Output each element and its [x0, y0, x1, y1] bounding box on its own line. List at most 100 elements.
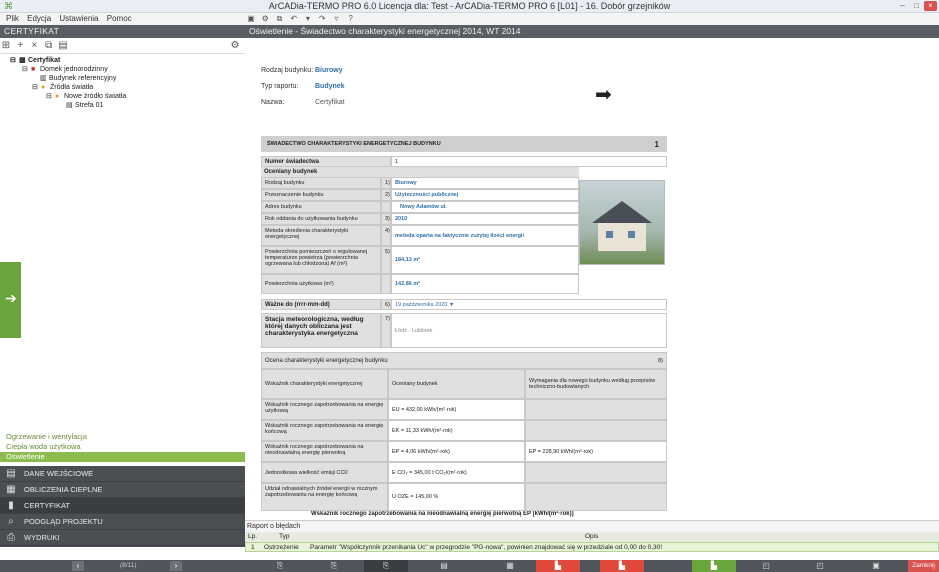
subitem-oswietlenie[interactable]: Oświetlenie [0, 452, 245, 462]
undo-icon[interactable]: ↶ [288, 13, 300, 25]
numer-label: Numer świadectwa [261, 156, 391, 167]
prev-page-icon[interactable]: ‹ [72, 561, 84, 571]
toolbar-btn-4-icon[interactable]: ▤ [430, 560, 458, 572]
filter-icon[interactable]: ▾ [302, 13, 314, 25]
collapse-icon[interactable]: ⊟ [10, 56, 19, 64]
redo-icon[interactable]: ↷ [316, 13, 328, 25]
report-row[interactable]: 1 Ostrzeżenie Parametr "Współczynnik prz… [245, 542, 939, 552]
tree-item-domek[interactable]: ⊟ ■ Domek jednorodzinny [22, 65, 108, 73]
ocena-col-3: Wymagania dla nowego budynku według prze… [525, 369, 667, 399]
tree-item-nowe-zrodlo[interactable]: ⊟ ● Nowe źródło światła [46, 92, 126, 100]
bottom-bar: ‹ (8/11) › ⎘ ⎘ ⎘ ▤ ▦ ▙ ▙ ▙ ◰ ◰ ▣ Zamknij [0, 560, 939, 572]
add-icon[interactable]: + [14, 38, 26, 54]
powierzchnia-uzytkowa-value[interactable]: 142,86 m² [391, 274, 579, 294]
certificate-subsections: Ogrzewanie i wentylacja Ciepła woda użyt… [0, 432, 245, 462]
tree-item-budynek-referencyjny[interactable]: ▥ Budynek referencyjny [40, 74, 116, 82]
collapse-panel-handle[interactable]: ➔ [0, 262, 21, 338]
nazwa-value[interactable]: Certyfikat [315, 99, 345, 106]
tree-item-zrodla-swiatla[interactable]: ⊟ ● Źródła światła [32, 83, 93, 91]
restore-button[interactable]: □ [910, 1, 923, 11]
powierzchnia-af-value[interactable]: 184,13 m² [391, 246, 579, 274]
idx: 3) [381, 213, 391, 225]
toolbar-btn-10-icon[interactable]: ◰ [806, 560, 834, 572]
help-icon[interactable]: ? [345, 13, 357, 25]
delete-icon[interactable]: × [28, 38, 40, 54]
rok-label: Rok oddania do użytkowania budynku [261, 213, 381, 225]
collapse-icon[interactable]: ⊟ [46, 92, 55, 100]
wazne-date-picker[interactable]: 19 października 2020 ▼ [391, 299, 667, 310]
tree-item-strefa[interactable]: ▤ Strefa 01 [66, 101, 103, 109]
export-pdf-icon[interactable]: ▙ [536, 560, 580, 572]
arrow-right-icon: ➔ [5, 290, 17, 306]
toolbar-btn-2-icon[interactable]: ⎘ [320, 560, 348, 572]
toolbar-btn-5-icon[interactable]: ▦ [496, 560, 524, 572]
settings-icon[interactable]: ⚙ [259, 13, 271, 25]
col-typ: Typ [279, 533, 290, 540]
adres-value[interactable]: Nowy Adamów ul. [391, 201, 579, 213]
subitem-ogrzewanie[interactable]: Ogrzewanie i wentylacja [0, 432, 245, 442]
rodzaj-value[interactable]: Biurowy [315, 67, 343, 74]
menu-ustawienia[interactable]: Ustawienia [59, 13, 98, 25]
report-header-row: Lp. Typ Opis [245, 532, 939, 542]
certificate-nav-icon: ▮ [8, 500, 14, 511]
idx [381, 201, 391, 213]
window-title: ArCADia-TERMO PRO 6.0 Licencja dla: Test… [268, 1, 671, 11]
preview-icon: ⌕ [8, 516, 14, 527]
idx: 7) [381, 313, 391, 348]
next-page-icon[interactable]: ➡ [595, 82, 612, 107]
typ-value[interactable]: Budynek [315, 83, 345, 90]
toolbar-btn-3-icon[interactable]: ⎘ [364, 560, 408, 572]
report-typ: Ostrzeżenie [264, 544, 299, 551]
rodzaj-row-label: Rodzaj budynku [261, 177, 381, 189]
przeznaczenie-label: Przeznaczenie budynku [261, 189, 381, 201]
subitem-cieplawoda[interactable]: Ciepła woda użytkowa [0, 442, 245, 452]
toolbar-btn-9-icon[interactable]: ◰ [752, 560, 780, 572]
pager: ‹ (8/11) › [72, 560, 182, 572]
collapse-icon[interactable]: ⊟ [22, 65, 31, 73]
error-report-panel: Raport o błędach Lp. Typ Opis 1 Ostrzeże… [245, 520, 939, 560]
next-page-button[interactable]: › [170, 561, 182, 571]
menu-plik[interactable]: Plik [6, 13, 19, 25]
export-pdf-2-icon[interactable]: ▙ [600, 560, 644, 572]
cut-off-text: Wskaźnik rocznego zapotrzebowania na nie… [311, 511, 574, 517]
paste-icon[interactable]: ▤ [57, 38, 69, 54]
toolbar-btn-11-icon[interactable]: ▣ [862, 560, 890, 572]
certificate-title-bar: ŚWIADECTWO CHARAKTERYSTYKI ENERGETYCZNEJ… [261, 136, 667, 152]
nav-certyfikat[interactable]: ▮ CERTYFIKAT [0, 498, 245, 514]
metoda-label: Metoda określenia charakterystyki energe… [261, 225, 381, 246]
nav-podglad[interactable]: ⌕ PODGLĄD PROJEKTU [0, 514, 245, 530]
building-photo[interactable] [579, 180, 665, 265]
nav-wydruki[interactable]: ⎙ WYDRUKI [0, 530, 245, 546]
stacja-label: Stacja meteorologiczna, według której da… [261, 313, 381, 348]
nav-obliczenia[interactable]: ▦ OBLICZENIA CIEPLNE [0, 482, 245, 498]
collapse-icon[interactable]: ⊟ [32, 83, 41, 91]
close-button[interactable]: × [924, 1, 937, 11]
save-icon[interactable]: ▣ [245, 13, 257, 25]
tree-item-certyfikat[interactable]: ⊟ ▦ Certyfikat [10, 56, 60, 64]
certificate-title: ŚWIADECTWO CHARAKTERYSTYKI ENERGETYCZNEJ… [267, 141, 441, 147]
filter-down-icon[interactable]: ▿ [330, 13, 342, 25]
copy-doc-icon[interactable]: ⧉ [43, 38, 55, 54]
add-page-icon[interactable]: ⊞ [0, 38, 12, 54]
building-reference-icon: ▥ [40, 75, 47, 82]
nav-dane-wejsciowe[interactable]: ▤ DANE WEJŚCIOWE [0, 466, 245, 482]
gear-icon[interactable]: ⚙ [229, 38, 241, 54]
zone-icon: ▤ [66, 102, 73, 109]
export-excel-icon[interactable]: ▙ [692, 560, 736, 572]
numer-value[interactable]: 1 [391, 156, 667, 167]
przeznaczenie-value[interactable]: Użyteczności publicznej [391, 189, 579, 201]
stacja-value[interactable]: Łódź - Lublinek [391, 313, 667, 348]
col-lp: Lp. [248, 533, 258, 540]
rodzaj-row-value[interactable]: Biurowy [391, 177, 579, 189]
metoda-value[interactable]: metoda oparta na faktycznie zużytej iloś… [391, 225, 579, 246]
ocena-row-value: U OZE = 145,00 % [388, 483, 525, 511]
rok-value[interactable]: 2010 [391, 213, 579, 225]
report-lp: 1 [251, 544, 255, 551]
close-doc-button[interactable]: Zamknij [908, 560, 939, 572]
toolbar-btn-1-icon[interactable]: ⎘ [266, 560, 294, 572]
menu-edycja[interactable]: Edycja [27, 13, 51, 25]
menu-pomoc[interactable]: Pomoc [107, 13, 132, 25]
minimize-button[interactable]: – [896, 1, 909, 11]
nazwa-label: Nazwa: [261, 98, 285, 106]
copy-icon[interactable]: ⧉ [273, 13, 285, 25]
